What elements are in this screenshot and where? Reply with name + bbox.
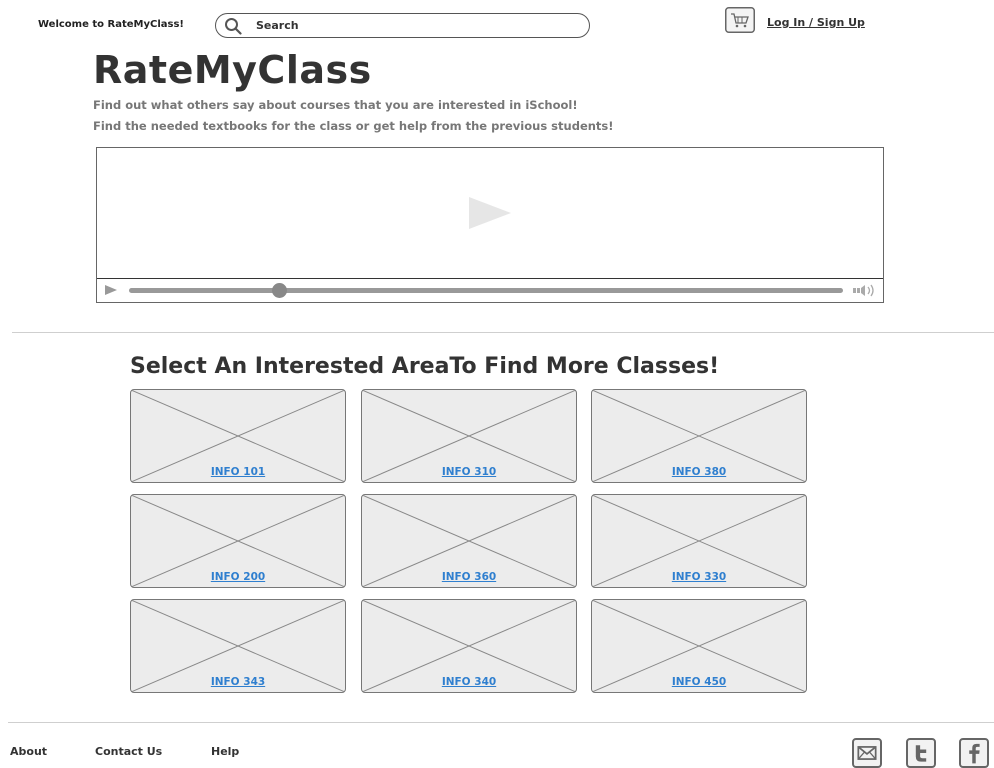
class-tile[interactable]: INFO 450 [591, 599, 807, 693]
control-play-icon[interactable] [105, 285, 117, 295]
class-link[interactable]: INFO 200 [131, 571, 345, 583]
class-tile[interactable]: INFO 330 [591, 494, 807, 588]
twitter-icon[interactable] [906, 738, 936, 768]
video-player[interactable] [96, 147, 884, 303]
class-tile[interactable]: INFO 310 [361, 389, 577, 483]
class-tile[interactable]: INFO 340 [361, 599, 577, 693]
search-icon [225, 18, 242, 35]
login-signup-link[interactable]: Log In / Sign Up [767, 16, 865, 29]
facebook-icon[interactable] [959, 738, 989, 768]
tagline-1: Find out what others say about courses t… [93, 98, 578, 112]
video-controls [97, 278, 883, 302]
footer-help-link[interactable]: Help [211, 745, 239, 758]
class-link[interactable]: INFO 360 [362, 571, 576, 583]
footer-divider [8, 722, 994, 723]
class-link[interactable]: INFO 380 [592, 466, 806, 478]
class-tile[interactable]: INFO 380 [591, 389, 807, 483]
class-link[interactable]: INFO 340 [362, 676, 576, 688]
class-link[interactable]: INFO 101 [131, 466, 345, 478]
class-link[interactable]: INFO 310 [362, 466, 576, 478]
class-link[interactable]: INFO 450 [592, 676, 806, 688]
footer-contact-link[interactable]: Contact Us [95, 745, 162, 758]
welcome-text: Welcome to RateMyClass! [38, 19, 184, 30]
section-title: Select An Interested AreaTo Find More Cl… [130, 354, 720, 379]
search-input[interactable]: Search [215, 13, 590, 38]
class-tile[interactable]: INFO 101 [130, 389, 346, 483]
class-tile[interactable]: INFO 200 [130, 494, 346, 588]
class-link[interactable]: INFO 330 [592, 571, 806, 583]
site-title: RateMyClass [93, 48, 372, 92]
search-placeholder: Search [256, 19, 299, 32]
volume-icon[interactable] [853, 284, 877, 297]
footer-about-link[interactable]: About [10, 745, 47, 758]
tagline-2: Find the needed textbooks for the class … [93, 119, 614, 133]
class-tile[interactable]: INFO 360 [361, 494, 577, 588]
seek-bar[interactable] [129, 283, 843, 298]
class-tile[interactable]: INFO 343 [130, 599, 346, 693]
cart-icon[interactable] [725, 7, 755, 33]
play-icon[interactable] [467, 195, 513, 231]
section-divider [12, 332, 994, 333]
seek-handle[interactable] [271, 283, 287, 298]
email-icon[interactable] [852, 738, 882, 768]
class-link[interactable]: INFO 343 [131, 676, 345, 688]
